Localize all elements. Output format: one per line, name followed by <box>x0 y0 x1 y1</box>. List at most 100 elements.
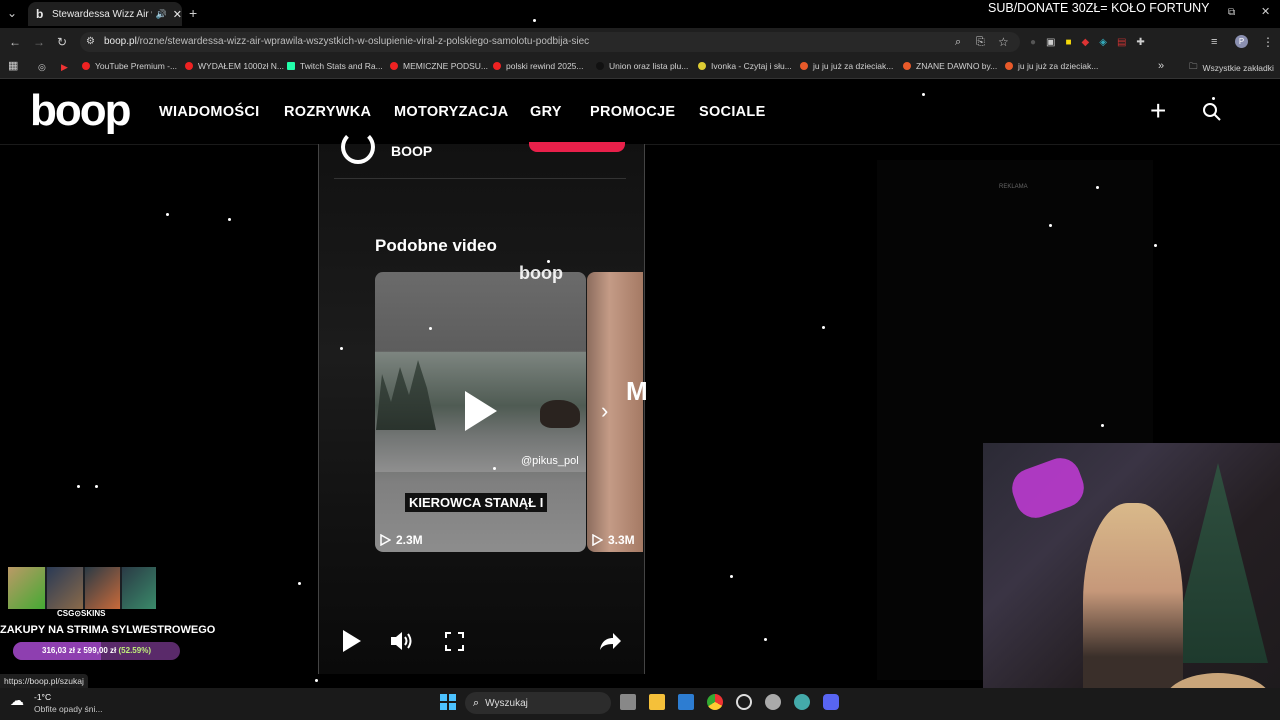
bookmark-item[interactable]: WYDAŁEM 1000zł N... <box>185 61 284 71</box>
chrome-icon[interactable] <box>707 694 723 710</box>
bookmark-favicon-icon <box>698 62 706 70</box>
play-icon[interactable] <box>463 391 499 436</box>
browser-tab-active[interactable]: b Stewardessa Wizz Air wprawiła 🔊 ✕ <box>28 2 182 26</box>
url-host: boop.pl <box>104 36 137 47</box>
nav-item-promocje[interactable]: PROMOCJE <box>590 104 675 120</box>
video-card[interactable] <box>587 272 643 552</box>
taskbar-search[interactable]: ⌕ Wyszukaj <box>465 692 611 714</box>
nav-item-motoryzacja[interactable]: MOTORYZACJA <box>394 104 508 120</box>
forward-icon[interactable]: → <box>33 35 45 49</box>
follow-button[interactable] <box>529 142 625 152</box>
store-icon[interactable] <box>678 694 694 710</box>
bookmark-item[interactable]: Union oraz lista plu... <box>596 61 688 71</box>
bookmark-item[interactable]: YouTube Premium -... <box>82 61 177 71</box>
plus-icon[interactable]: + <box>1150 97 1166 125</box>
bookmark-item[interactable]: Twitch Stats and Ra... <box>287 61 383 71</box>
profile-avatar[interactable]: P <box>1235 35 1248 48</box>
nav-item-rozrywka[interactable]: ROZRYWKA <box>284 104 371 120</box>
task-view-icon[interactable] <box>620 694 636 710</box>
install-app-icon[interactable]: ⎘ <box>976 35 985 49</box>
twitchstats-icon <box>287 62 295 70</box>
extensions-bar: ● ▣ ■ ◆ ◈ ▤ ✚ <box>1030 36 1145 50</box>
back-icon[interactable]: ← <box>9 35 21 49</box>
skin-thumbnail <box>122 567 156 609</box>
bookmark-icon[interactable]: ◎ <box>38 60 46 74</box>
nav-item-sociale[interactable]: SOCIALE <box>699 104 766 120</box>
boop-favicon-icon: b <box>36 7 44 21</box>
taskbar-apps <box>620 694 839 710</box>
url-path: /rozne/stewardessa-wizz-air-wprawila-wsz… <box>136 36 590 47</box>
snowflake <box>166 213 169 216</box>
nav-item-wiadomosci[interactable]: WIADOMOŚCI <box>159 104 259 120</box>
reading-list-icon[interactable]: ≡ <box>1211 35 1217 49</box>
site-info-icon[interactable]: ⚙ <box>86 35 95 49</box>
youtube-icon <box>390 62 398 70</box>
donation-progress-text: 316,03 zł z 599,00 zł (52.59%) <box>42 646 151 655</box>
extension-icon[interactable]: ▤ <box>1117 36 1126 50</box>
weather-icon[interactable]: ☁ <box>10 692 24 709</box>
menu-kebab-icon[interactable]: ⋮ <box>1262 35 1274 49</box>
tab-search-icon[interactable]: ⌄ <box>7 6 17 20</box>
bookmark-label: Union oraz lista plu... <box>609 61 689 71</box>
nav-item-gry[interactable]: GRY <box>530 104 562 120</box>
snowflake <box>764 638 767 641</box>
bookmark-item[interactable]: MEMICZNE PODSU... <box>390 61 488 71</box>
card-letter: M <box>626 376 648 406</box>
app-icon[interactable] <box>736 694 752 710</box>
extension-icon[interactable]: ◆ <box>1082 36 1090 50</box>
new-tab-icon[interactable]: + <box>189 6 197 20</box>
apps-grid-icon[interactable]: ▦ <box>8 59 18 73</box>
window-close-icon[interactable]: ✕ <box>1261 5 1270 19</box>
extensions-puzzle-icon[interactable]: ✚ <box>1136 36 1144 50</box>
windows-start-icon[interactable] <box>440 694 456 715</box>
snowflake <box>429 327 432 330</box>
progress-percent: (52.59%) <box>118 646 151 655</box>
views-play-icon <box>380 534 391 546</box>
bookmark-item[interactable]: ju ju już za dzieciak... <box>1005 61 1098 71</box>
settings-icon[interactable] <box>765 694 781 710</box>
promo-text: ZAKUPY NA STRIMA SYLWESTROWEGO <box>0 624 216 636</box>
snowflake <box>1101 424 1104 427</box>
audio-icon[interactable]: 🔊 <box>156 9 167 20</box>
extension-icon[interactable]: ■ <box>1066 36 1072 50</box>
tab-title: Stewardessa Wizz Air wprawiła <box>51 8 152 20</box>
bookmark-favicon-icon <box>800 62 808 70</box>
more-bookmarks-icon[interactable]: » <box>1158 59 1164 73</box>
reload-icon[interactable]: ↻ <box>57 35 67 49</box>
discord-icon[interactable] <box>823 694 839 710</box>
extension-icon[interactable]: ▣ <box>1046 36 1055 50</box>
bison-silhouette <box>540 400 580 428</box>
bookmark-label: WYDAŁEM 1000zł N... <box>198 61 284 71</box>
app-icon[interactable] <box>794 694 810 710</box>
bookmark-item[interactable]: Ivonka - Czytaj i słu... <box>698 61 792 71</box>
all-bookmarks-button[interactable]: 🗀 Wszystkie zakładki <box>1189 61 1274 75</box>
close-tab-icon[interactable]: ✕ <box>173 8 182 21</box>
extension-icon[interactable]: ◈ <box>1099 36 1107 50</box>
card-views: 2.3M <box>380 533 423 547</box>
bookmark-item[interactable]: ZNANE DAWNO by... <box>903 61 997 71</box>
youtube-icon[interactable]: ▶ <box>61 60 68 74</box>
window-restore-icon[interactable]: ⧉ <box>1228 6 1235 20</box>
card-caption: KIEROWCA STANĄŁ I <box>405 493 548 512</box>
status-url: https://boop.pl/szukaj <box>0 674 88 688</box>
share-icon[interactable] <box>599 632 622 656</box>
taskbar-search-placeholder: Wyszukaj <box>485 697 528 709</box>
search-icon[interactable] <box>1202 102 1222 127</box>
fullscreen-icon[interactable] <box>445 632 464 656</box>
webcam-overlay <box>983 443 1280 720</box>
extension-icon[interactable]: ● <box>1030 36 1036 50</box>
file-explorer-icon[interactable] <box>649 694 665 710</box>
apple-icon <box>596 62 604 70</box>
bookmark-item[interactable]: polski rewind 2025... <box>493 61 584 71</box>
bookmark-star-icon[interactable]: ☆ <box>998 35 1009 49</box>
bookmark-item[interactable]: ju ju już za dzieciak... <box>800 61 893 71</box>
views-play-icon <box>592 534 603 546</box>
boop-logo[interactable]: boop <box>30 86 132 136</box>
volume-icon[interactable] <box>390 630 416 657</box>
snowflake <box>95 485 98 488</box>
player-play-icon[interactable] <box>342 630 362 657</box>
carousel-next-icon[interactable]: › <box>601 398 608 424</box>
skin-thumbnail <box>47 567 83 609</box>
bookmark-label: ju ju już za dzieciak... <box>813 61 894 71</box>
zoom-icon[interactable]: ⌕ <box>955 35 961 49</box>
